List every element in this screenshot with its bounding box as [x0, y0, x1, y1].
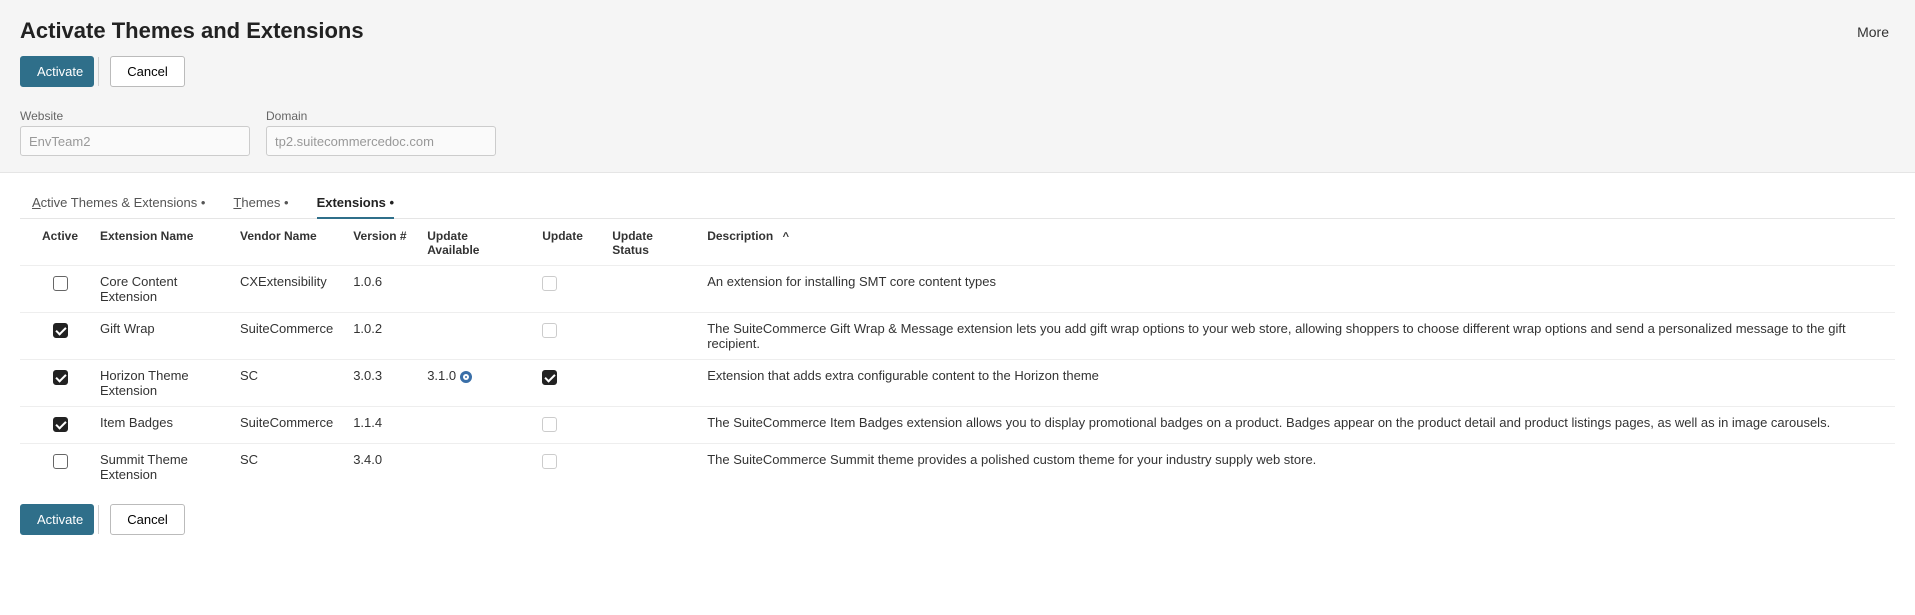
table-row: Summit Theme ExtensionSC3.4.0 The SuiteCo…: [20, 444, 1895, 491]
update-status-cell: [602, 266, 697, 313]
tab-suffix: •: [197, 195, 205, 210]
description-cell: An extension for installing SMT core con…: [697, 266, 1895, 313]
tab-label: ctive Themes & Extensions: [41, 195, 198, 210]
version-cell: 1.0.6: [343, 266, 417, 313]
update-checkbox: [542, 323, 557, 338]
tab-suffix: •: [386, 195, 394, 210]
col-header-update-available[interactable]: Update Available: [417, 221, 532, 266]
tab-label: Extensions: [317, 195, 386, 210]
extension-name-cell: Core Content Extension: [90, 266, 230, 313]
vendor-cell: SC: [230, 360, 343, 407]
tab-active-themes-extensions[interactable]: Active Themes & Extensions •: [32, 189, 205, 218]
sort-ascending-icon: ^: [783, 231, 789, 243]
extension-name-cell: Summit Theme Extension: [90, 444, 230, 491]
version-cell: 3.4.0: [343, 444, 417, 491]
active-checkbox[interactable]: [53, 417, 68, 432]
cancel-button-footer[interactable]: Cancel: [110, 504, 184, 535]
vendor-cell: SuiteCommerce: [230, 313, 343, 360]
update-available-cell: 3.1.0: [417, 360, 532, 407]
col-header-active[interactable]: Active: [20, 221, 90, 266]
description-cell: The SuiteCommerce Gift Wrap & Message ex…: [697, 313, 1895, 360]
tab-themes[interactable]: Themes •: [233, 189, 288, 218]
col-header-version[interactable]: Version #: [343, 221, 417, 266]
active-checkbox[interactable]: [53, 454, 68, 469]
vendor-cell: CXExtensibility: [230, 266, 343, 313]
active-checkbox[interactable]: [53, 276, 68, 291]
description-cell: The SuiteCommerce Summit theme provides …: [697, 444, 1895, 491]
update-available-cell: [417, 266, 532, 313]
more-link[interactable]: More: [1857, 18, 1895, 40]
extension-name-cell: Gift Wrap: [90, 313, 230, 360]
active-checkbox[interactable]: [53, 323, 68, 338]
tab-extensions[interactable]: Extensions •: [317, 189, 395, 218]
tab-hotkey-letter: A: [32, 195, 41, 210]
page-title: Activate Themes and Extensions: [20, 18, 364, 44]
table-row: Horizon Theme ExtensionSC3.0.33.1.0 Exten…: [20, 360, 1895, 407]
description-cell: Extension that adds extra configurable c…: [697, 360, 1895, 407]
table-row: Item BadgesSuiteCommerce1.1.4 The SuiteCo…: [20, 407, 1895, 444]
domain-label: Domain: [266, 109, 496, 123]
tab-label: hemes: [241, 195, 280, 210]
table-row: Core Content ExtensionCXExtensibility1.0…: [20, 266, 1895, 313]
update-checkbox: [542, 276, 557, 291]
col-header-update[interactable]: Update: [532, 221, 602, 266]
domain-field: [266, 126, 496, 156]
website-field: [20, 126, 250, 156]
activate-button[interactable]: Activate: [20, 56, 94, 87]
description-cell: The SuiteCommerce Item Badges extension …: [697, 407, 1895, 444]
update-checkbox: [542, 417, 557, 432]
extension-name-cell: Item Badges: [90, 407, 230, 444]
update-checkbox: [542, 454, 557, 469]
activate-button-footer[interactable]: Activate: [20, 504, 94, 535]
col-header-description[interactable]: Description ^: [697, 221, 1895, 266]
update-status-cell: [602, 444, 697, 491]
update-available-cell: [417, 407, 532, 444]
update-checkbox[interactable]: [542, 370, 557, 385]
update-available-cell: [417, 444, 532, 491]
active-checkbox[interactable]: [53, 370, 68, 385]
extension-name-cell: Horizon Theme Extension: [90, 360, 230, 407]
vendor-cell: SC: [230, 444, 343, 491]
col-header-extension-name[interactable]: Extension Name: [90, 221, 230, 266]
col-header-description-label: Description: [707, 229, 773, 243]
vendor-cell: SuiteCommerce: [230, 407, 343, 444]
col-header-vendor-name[interactable]: Vendor Name: [230, 221, 343, 266]
update-available-cell: [417, 313, 532, 360]
version-cell: 1.0.2: [343, 313, 417, 360]
col-header-update-status[interactable]: Update Status: [602, 221, 697, 266]
version-cell: 1.1.4: [343, 407, 417, 444]
version-cell: 3.0.3: [343, 360, 417, 407]
update-status-cell: [602, 313, 697, 360]
update-status-cell: [602, 407, 697, 444]
cancel-button[interactable]: Cancel: [110, 56, 184, 87]
update-status-cell: [602, 360, 697, 407]
tab-suffix: •: [280, 195, 288, 210]
table-row: Gift WrapSuiteCommerce1.0.2 The SuiteComm…: [20, 313, 1895, 360]
website-label: Website: [20, 109, 250, 123]
update-available-icon: [460, 371, 472, 383]
